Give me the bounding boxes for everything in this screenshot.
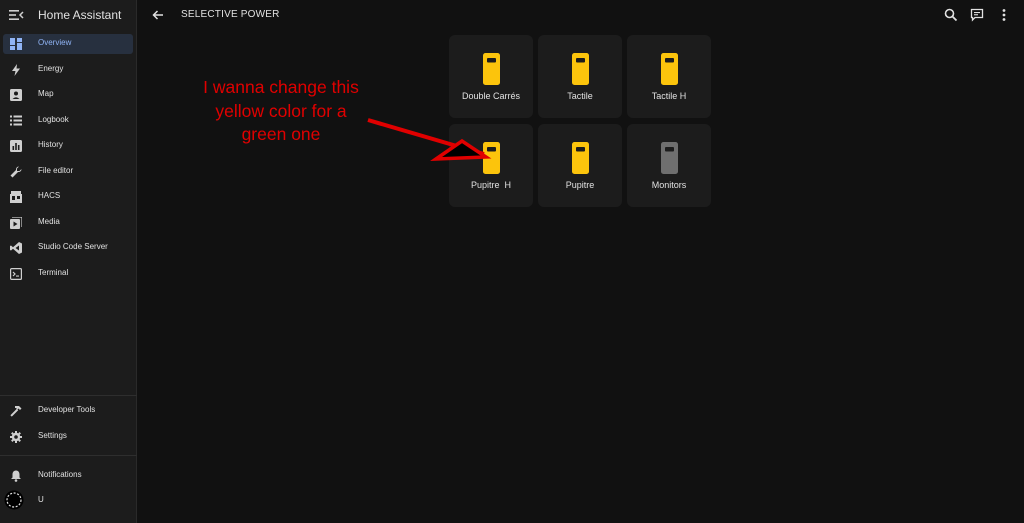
sidebar-item-settings[interactable]: Settings <box>3 427 133 447</box>
tile-double-carres[interactable]: Double Carrés <box>449 35 533 118</box>
hacs-store-icon <box>9 190 22 203</box>
sidebar-divider <box>0 395 137 396</box>
sidebar-header: Home Assistant <box>0 0 137 31</box>
tile-label: Tactile <box>567 91 593 101</box>
list-icon <box>9 114 22 127</box>
sidebar-item-map[interactable]: Map <box>3 85 133 105</box>
tile-label: Double Carrés <box>461 91 521 101</box>
dashboard-icon <box>9 37 22 50</box>
bell-icon <box>9 469 22 482</box>
sidebar-item-label: Settings <box>38 431 67 440</box>
sidebar-item-label: Notifications <box>38 470 82 479</box>
sidebar-item-label: Terminal <box>38 268 69 277</box>
sidebar-item-label: Media <box>38 217 60 226</box>
terminal-icon <box>9 267 22 280</box>
tile-tactile[interactable]: Tactile <box>538 35 622 118</box>
sidebar-item-label: HACS <box>38 191 61 200</box>
page-title: SELECTIVE POWER <box>181 9 280 20</box>
gear-icon <box>9 430 22 443</box>
tile-label: Monitors <box>651 180 687 190</box>
sidebar-item-file-editor[interactable]: File editor <box>3 162 133 182</box>
sidebar-item-label: Energy <box>38 64 64 73</box>
vscode-icon <box>9 241 22 254</box>
lightning-bolt-icon <box>9 63 22 76</box>
annotation-line: green one <box>241 124 321 144</box>
annotation-arrow <box>367 118 492 161</box>
avatar <box>4 490 24 510</box>
map-icon <box>9 88 22 101</box>
back-arrow-icon[interactable] <box>151 8 165 22</box>
power-socket-icon <box>572 142 589 174</box>
tile-pupitre[interactable]: Pupitre <box>538 124 622 207</box>
annotation-text: I wanna change this yellow color for a g… <box>186 76 376 147</box>
sidebar-item-label: Logbook <box>38 115 69 124</box>
sidebar-item-label: Overview <box>38 38 72 47</box>
sidebar-item-label: File editor <box>38 166 74 175</box>
annotation-line: yellow color for a <box>215 100 347 121</box>
sidebar-item-label: U <box>38 495 44 504</box>
hammer-icon <box>9 404 22 417</box>
power-socket-icon <box>661 53 678 85</box>
tile-tactile-h[interactable]: Tactile H <box>627 35 711 118</box>
chart-icon <box>9 139 22 152</box>
sidebar-item-studio-code-server[interactable]: Studio Code Server <box>3 238 133 258</box>
tile-monitors[interactable]: Monitors <box>627 124 711 207</box>
sidebar-item-overview[interactable]: Overview <box>3 34 133 54</box>
assist-chat-icon[interactable] <box>970 8 984 22</box>
media-play-icon <box>9 216 22 229</box>
sidebar-item-energy[interactable]: Energy <box>3 60 133 80</box>
sidebar-item-history[interactable]: History <box>3 136 133 156</box>
sidebar-item-label: Map <box>38 89 54 98</box>
sidebar-item-label: History <box>38 140 63 149</box>
power-socket-icon <box>661 142 678 174</box>
tile-label: Tactile H <box>651 91 687 101</box>
wrench-icon <box>9 165 22 178</box>
menu-collapse-icon[interactable] <box>8 8 24 22</box>
sidebar: Home Assistant Overview Energy Map Logbo… <box>0 0 137 523</box>
sidebar-item-profile[interactable]: U <box>3 490 133 511</box>
sidebar-item-logbook[interactable]: Logbook <box>3 111 133 131</box>
power-socket-icon <box>572 53 589 85</box>
sidebar-item-terminal[interactable]: Terminal <box>3 264 133 284</box>
more-vertical-icon[interactable] <box>997 8 1011 22</box>
search-icon[interactable] <box>944 8 958 22</box>
app-title: Home Assistant <box>38 8 122 22</box>
annotation-line: I wanna change this <box>203 77 359 97</box>
sidebar-item-label: Developer Tools <box>38 405 96 414</box>
tile-label: Pupitre <box>565 180 595 190</box>
sidebar-item-media[interactable]: Media <box>3 213 133 233</box>
sidebar-item-notifications[interactable]: Notifications <box>3 466 133 486</box>
sidebar-divider <box>0 455 137 456</box>
top-app-bar: SELECTIVE POWER <box>137 0 1024 31</box>
sidebar-item-hacs[interactable]: HACS <box>3 187 133 207</box>
sidebar-item-label: Studio Code Server <box>38 242 108 251</box>
sidebar-item-developer-tools[interactable]: Developer Tools <box>3 401 133 421</box>
tile-label: Pupitre H <box>470 180 512 190</box>
power-socket-icon <box>483 53 500 85</box>
